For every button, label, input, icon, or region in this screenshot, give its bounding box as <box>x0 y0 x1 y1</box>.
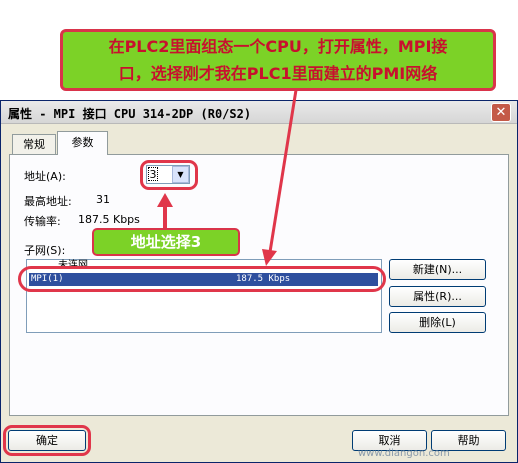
arrow-to-subnet <box>268 89 298 253</box>
arrow-head-subnet <box>262 249 277 266</box>
address-callout-text: 地址选择3 <box>130 233 202 251</box>
instruction-text: 在PLC2里面组态一个CPU，打开属性，MPI接 口，选择刚才我在PLC1里面建… <box>64 33 492 87</box>
instruction-line-1: 在PLC2里面组态一个CPU，打开属性，MPI接 <box>108 37 448 56</box>
watermark: www.diangon.com <box>358 448 450 459</box>
instruction-line-2: 口，选择刚才我在PLC1里面建立的PMI网络 <box>118 64 438 83</box>
arrow-head-address <box>157 193 173 207</box>
